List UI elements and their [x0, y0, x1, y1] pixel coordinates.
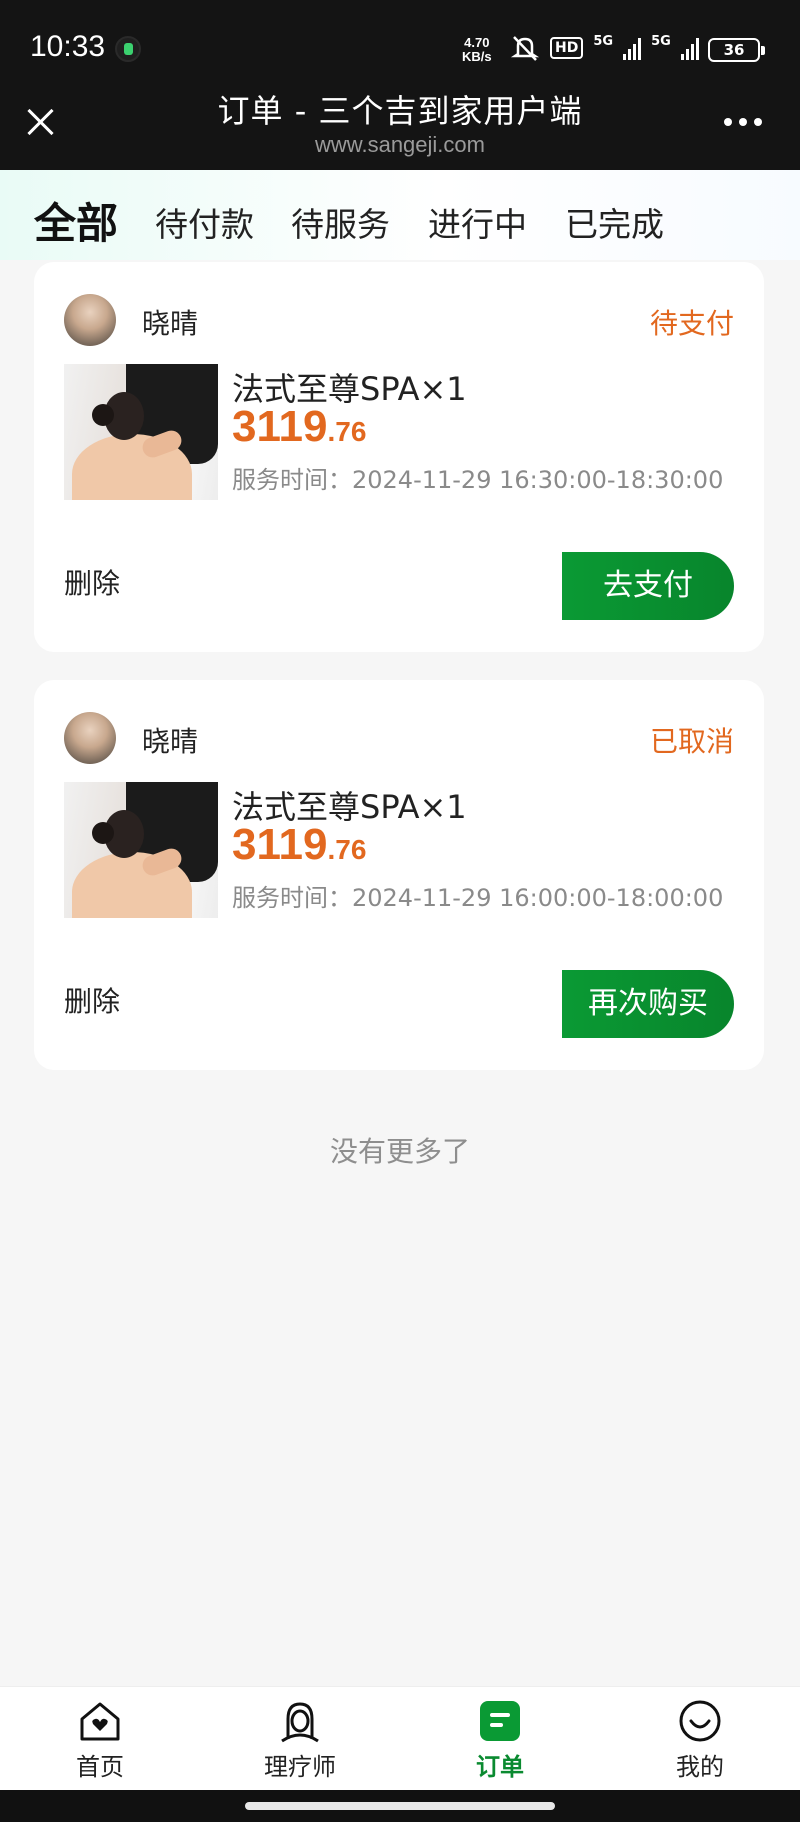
- order-tabs: 全部 待付款 待服务 进行中 已完成: [0, 170, 800, 260]
- tab-pending-payment[interactable]: 待付款: [155, 198, 254, 246]
- network-speed-unit: KB/s: [462, 49, 492, 64]
- tab-pending-service[interactable]: 待服务: [291, 198, 390, 246]
- avatar: [64, 294, 116, 346]
- delete-button[interactable]: 删除: [64, 980, 120, 1020]
- network-type-1: 5G: [593, 34, 614, 49]
- more-options-button[interactable]: [724, 118, 762, 126]
- page-title: 订单 - 三个吉到家用户端: [217, 92, 583, 130]
- order-card[interactable]: 晓晴 已取消 法式至尊SPA×1 3119.76 服务时间：2024-11-29…: [34, 680, 764, 1070]
- order-card[interactable]: 晓晴 待支付 法式至尊SPA×1 3119.76 服务时间：2024-11-29…: [34, 262, 764, 652]
- mute-icon: [510, 36, 540, 61]
- price-integer: 3119: [232, 820, 328, 869]
- page-url: www.sangeji.com: [315, 132, 485, 157]
- therapist-icon: [281, 1702, 319, 1743]
- delete-button[interactable]: 删除: [64, 562, 120, 602]
- signal-icon: [623, 36, 642, 60]
- home-icon: [80, 1702, 120, 1741]
- app-notification-icon: [115, 36, 141, 62]
- hd-badge: HD: [550, 37, 584, 59]
- price-integer: 3119: [232, 402, 328, 451]
- status-icons: HD 5G 5G: [510, 34, 699, 62]
- pay-button[interactable]: 去支付: [562, 552, 734, 620]
- order-icon: [480, 1701, 520, 1741]
- nav-label: 首页: [76, 1753, 124, 1781]
- avatar: [64, 712, 116, 764]
- network-speed: 4.70 KB/s: [462, 36, 492, 64]
- signal-icon: [680, 36, 699, 60]
- buy-again-button[interactable]: 再次购买: [562, 970, 734, 1038]
- nav-label: 理疗师: [264, 1753, 336, 1781]
- network-speed-value: 4.70: [464, 35, 490, 50]
- network-type-2: 5G: [651, 34, 671, 49]
- tab-all[interactable]: 全部: [34, 190, 118, 251]
- price-decimal: .76: [327, 416, 367, 447]
- service-time: 服务时间：2024-11-29 16:00:00-18:00:00: [232, 884, 724, 912]
- seller-name: 晓晴: [142, 725, 199, 758]
- nav-therapist[interactable]: 理疗师: [240, 1699, 360, 1782]
- nav-home[interactable]: 首页: [40, 1699, 160, 1782]
- bottom-nav: 首页 理疗师 订单 我的: [0, 1686, 800, 1790]
- status-time: 10:33: [30, 30, 106, 63]
- product-price: 3119.76: [232, 402, 366, 452]
- nav-orders[interactable]: 订单: [440, 1699, 560, 1782]
- nav-label: 订单: [476, 1753, 524, 1781]
- nav-label: 我的: [676, 1753, 724, 1781]
- gesture-bar[interactable]: [0, 1790, 800, 1822]
- product-image[interactable]: [64, 364, 218, 500]
- product-price: 3119.76: [232, 820, 366, 870]
- status-bar: 10:33 4.70 KB/s HD 5G 5G 36: [0, 0, 800, 100]
- price-decimal: .76: [327, 834, 367, 865]
- tab-in-progress[interactable]: 进行中: [428, 198, 527, 246]
- battery-icon: 36: [708, 38, 765, 62]
- order-status: 已取消: [649, 725, 734, 758]
- product-image[interactable]: [64, 782, 218, 918]
- profile-icon: [679, 1700, 721, 1742]
- nav-profile[interactable]: 我的: [640, 1699, 760, 1782]
- service-time: 服务时间：2024-11-29 16:30:00-18:30:00: [232, 466, 724, 494]
- seller-name: 晓晴: [142, 307, 199, 340]
- top-bar: 10:33 4.70 KB/s HD 5G 5G 36 订单 - 三个吉到家用户…: [0, 0, 800, 170]
- order-status: 待支付: [649, 307, 734, 340]
- no-more-text: 没有更多了: [329, 1135, 470, 1168]
- tab-completed[interactable]: 已完成: [565, 198, 664, 246]
